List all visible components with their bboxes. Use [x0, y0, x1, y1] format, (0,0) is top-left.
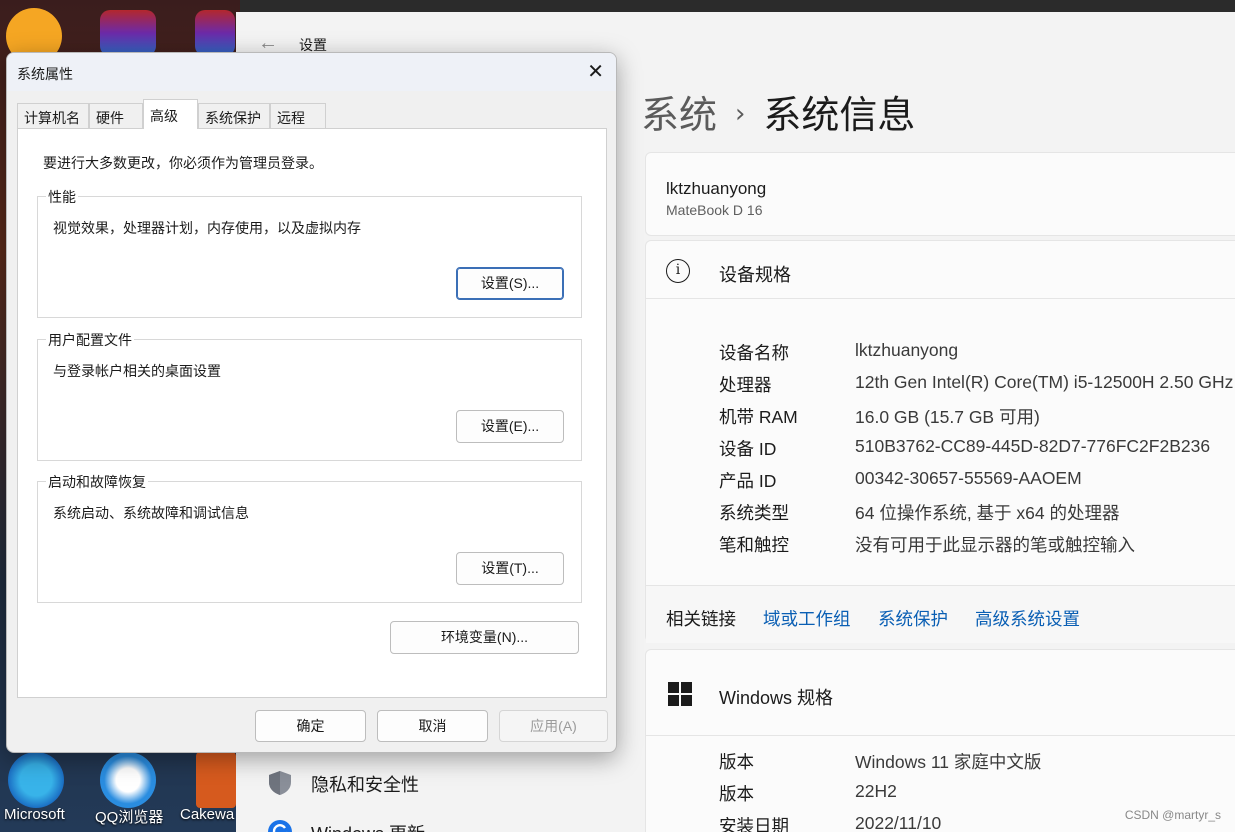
apply-button[interactable]: 应用(A)	[499, 710, 608, 742]
info-icon: i	[666, 259, 690, 283]
device-model: MateBook D 16	[666, 202, 763, 218]
spec-key: 笔和触控	[719, 535, 789, 555]
desktop-label: QQ浏览器	[95, 809, 164, 826]
spec-key: 处理器	[719, 375, 772, 395]
group-desc: 视觉效果，处理器计划，内存使用，以及虚拟内存	[53, 220, 361, 236]
spec-key: 设备名称	[719, 343, 789, 363]
cakewalk-icon[interactable]	[196, 752, 236, 808]
performance-settings-button[interactable]: 设置(S)...	[456, 267, 564, 300]
performance-group: 性能 视觉效果，处理器计划，内存使用，以及虚拟内存 设置(S)...	[37, 187, 582, 318]
link-system-protection[interactable]: 系统保护	[878, 606, 948, 631]
group-label: 用户配置文件	[46, 330, 134, 350]
spec-value: 64 位操作系统, 基于 x64 的处理器	[855, 503, 1120, 523]
qq-browser-icon[interactable]	[100, 752, 156, 808]
nav-item-label: 隐私和安全性	[311, 775, 419, 795]
spec-key: 机带 RAM	[719, 407, 798, 427]
shield-icon	[269, 771, 291, 795]
nav-item-label: Windows 更新	[311, 820, 425, 832]
tab-hardware[interactable]: 硬件	[89, 103, 143, 128]
edge-icon[interactable]	[8, 752, 64, 808]
group-desc: 系统启动、系统故障和调试信息	[53, 505, 249, 521]
watermark: CSDN @martyr_s	[1124, 808, 1221, 822]
spec-value: lktzhuanyong	[855, 340, 959, 360]
dialog-titlebar[interactable]: 系统属性 ✕	[7, 53, 616, 91]
link-domain-workgroup[interactable]: 域或工作组	[763, 606, 851, 631]
spec-value: Windows 11 家庭中文版	[855, 752, 1042, 772]
ok-button[interactable]: 确定	[255, 710, 366, 742]
windows-specs-title: Windows 规格	[719, 688, 834, 708]
system-properties-dialog: 系统属性 ✕ 计算机名 硬件 高级 系统保护 远程 要进行大多数更改，你必须作为…	[6, 52, 617, 753]
tab-remote[interactable]: 远程	[270, 103, 326, 128]
spec-value: 00342-30657-55569-AAOEM	[855, 468, 1082, 488]
spec-value: 2022/11/10	[855, 813, 942, 832]
group-label: 性能	[46, 187, 78, 207]
chevron-right-icon: ›	[735, 99, 746, 129]
desktop-label: Cakewa	[180, 806, 235, 823]
tab-system-protection[interactable]: 系统保护	[198, 103, 270, 128]
spec-value: 12th Gen Intel(R) Core(TM) i5-12500H 2.5…	[855, 372, 1234, 392]
close-icon[interactable]: ✕	[587, 59, 604, 83]
spec-key: 系统类型	[719, 503, 789, 523]
update-icon	[268, 820, 292, 832]
windows-specs-card: Windows 规格 版本 Windows 11 家庭中文版 版本 22H2 安…	[645, 649, 1235, 832]
spec-key: 设备 ID	[719, 439, 777, 459]
spec-value: 没有可用于此显示器的笔或触控输入	[855, 535, 1135, 555]
device-specs-title: 设备规格	[719, 265, 791, 285]
startup-recovery-group: 启动和故障恢复 系统启动、系统故障和调试信息 设置(T)...	[37, 472, 582, 603]
page-title: 系统信息	[763, 93, 916, 137]
user-profiles-group: 用户配置文件 与登录帐户相关的桌面设置 设置(E)...	[37, 330, 582, 461]
environment-variables-button[interactable]: 环境变量(N)...	[390, 621, 579, 654]
spec-value: 22H2	[855, 781, 897, 801]
group-label: 启动和故障恢复	[46, 472, 148, 492]
spec-value: 16.0 GB (15.7 GB 可用)	[855, 407, 1040, 427]
device-name: lktzhuanyong	[666, 179, 767, 198]
cancel-button[interactable]: 取消	[377, 710, 488, 742]
related-links-label: 相关链接	[666, 609, 736, 629]
desktop-label: Microsoft	[4, 806, 65, 823]
tab-computer-name[interactable]: 计算机名	[17, 103, 89, 128]
archive-icon[interactable]	[195, 10, 235, 56]
user-profiles-settings-button[interactable]: 设置(E)...	[456, 410, 564, 443]
device-specs-card: i 设备规格 设备名称 lktzhuanyong 处理器 12th Gen In…	[645, 240, 1235, 643]
startup-recovery-settings-button[interactable]: 设置(T)...	[456, 552, 564, 585]
spec-value: 510B3762-CC89-445D-82D7-776FC2F2B236	[855, 436, 1211, 456]
admin-note: 要进行大多数更改，你必须作为管理员登录。	[43, 155, 323, 171]
breadcrumb-parent[interactable]: 系统	[641, 93, 717, 137]
spec-key: 安装日期	[719, 816, 789, 832]
tab-advanced[interactable]: 高级	[143, 99, 198, 129]
advanced-tab-panel: 要进行大多数更改，你必须作为管理员登录。 性能 视觉效果，处理器计划，内存使用，…	[17, 128, 607, 698]
breadcrumb: 系统 › 系统信息	[641, 84, 915, 139]
group-desc: 与登录帐户相关的桌面设置	[53, 363, 221, 379]
device-card: lktzhuanyong MateBook D 16	[645, 152, 1235, 236]
device-specs-header[interactable]: i 设备规格	[646, 241, 1235, 299]
link-advanced-system-settings[interactable]: 高级系统设置	[975, 606, 1080, 631]
windows-specs-header[interactable]: Windows 规格	[646, 650, 1235, 736]
spec-key: 版本	[719, 752, 754, 772]
archive-icon[interactable]	[100, 10, 156, 56]
windows-logo-icon	[668, 682, 692, 706]
dialog-title: 系统属性	[17, 66, 73, 82]
spec-key: 产品 ID	[719, 471, 777, 491]
spec-key: 版本	[719, 784, 754, 804]
related-links: 相关链接 域或工作组 系统保护 高级系统设置	[646, 585, 1235, 643]
